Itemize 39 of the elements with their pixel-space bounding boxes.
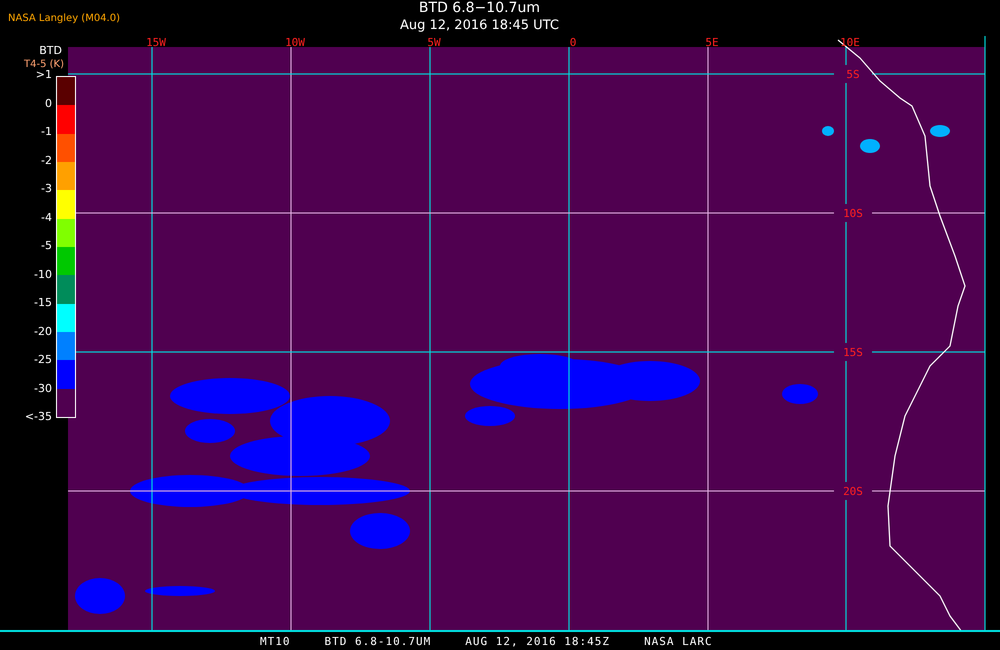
legend-tick: -20 xyxy=(33,324,52,338)
cloud-patch xyxy=(860,138,880,153)
latitude-label: 15S xyxy=(843,346,863,359)
longitude-label: 0 xyxy=(570,36,576,49)
source-label: NASA Langley (M04.0) xyxy=(8,13,120,24)
cloud-patch xyxy=(75,578,125,614)
product-title: BTD 6.8−10.7um xyxy=(418,0,540,17)
longitude-label: 10E xyxy=(840,36,860,49)
legend-tick: -5 xyxy=(40,239,52,253)
legend-tick: 0 xyxy=(44,96,52,110)
cloud-patch xyxy=(930,124,950,137)
legend-units: T4-5 (K) xyxy=(24,58,64,70)
legend-tick: -10 xyxy=(33,268,52,282)
footer-text: BTD 6.8-10.7UM xyxy=(324,634,432,648)
legend-tick: <-35 xyxy=(24,410,52,424)
longitude-label: 5W xyxy=(427,36,441,49)
longitude-label: 10W xyxy=(285,36,305,49)
legend-tick: -25 xyxy=(33,353,52,367)
legend-tick: >1 xyxy=(34,68,52,82)
cloud-patch xyxy=(145,586,215,596)
legend-tick: -3 xyxy=(40,182,52,196)
legend-tick: -2 xyxy=(40,154,52,168)
legend-tick: -30 xyxy=(33,382,52,396)
legend-tick: -15 xyxy=(33,296,52,310)
longitude-label: 5E xyxy=(705,36,719,49)
footer-text: MT10 xyxy=(260,634,290,648)
timestamp: Aug 12, 2016 18:45 UTC xyxy=(400,17,559,34)
footer-text: NASA LARC xyxy=(644,634,713,648)
cloud-patch xyxy=(782,384,818,404)
latitude-label: 10S xyxy=(843,206,863,220)
legend-tick: -4 xyxy=(40,210,52,224)
legend-title: BTD xyxy=(39,44,62,58)
legend-tick: -1 xyxy=(40,125,52,139)
latitude-label: 5S xyxy=(846,68,860,81)
footer-text: AUG 12, 2016 18:45Z xyxy=(465,634,610,648)
cloud-patch xyxy=(822,126,834,136)
latitude-label: 20S xyxy=(843,484,863,498)
longitude-label: 15W xyxy=(146,36,166,49)
cloud-patch xyxy=(350,512,410,549)
